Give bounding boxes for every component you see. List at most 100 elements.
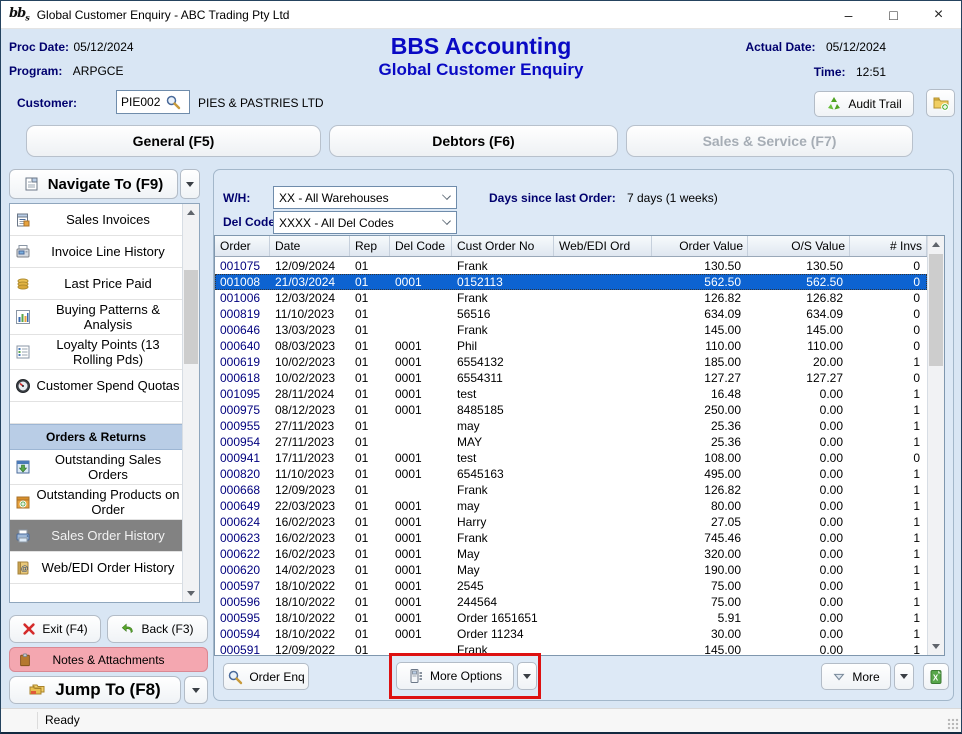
table-row[interactable]: 00100612/03/202401Frank126.82126.820 bbox=[215, 290, 927, 306]
order-enq-button[interactable]: Order Enq bbox=[223, 663, 309, 690]
table-row[interactable]: 00081911/10/20230156516634.09634.090 bbox=[215, 306, 927, 322]
table-row[interactable]: 00059618/10/202201000124456475.000.001 bbox=[215, 594, 927, 610]
actual-date-value: 05/12/2024 bbox=[820, 40, 886, 54]
caret-down-icon bbox=[186, 182, 194, 187]
table-row[interactable]: 00107512/09/202401Frank130.50130.500 bbox=[215, 258, 927, 274]
table-cell: 000820 bbox=[215, 466, 270, 482]
col-header-ordervalue[interactable]: Order Value bbox=[652, 236, 748, 256]
table-row[interactable]: 00094117/11/2023010001test108.000.000 bbox=[215, 450, 927, 466]
sidebar-item-last-price-paid[interactable]: Last Price Paid bbox=[10, 268, 182, 300]
table-row[interactable]: 00064008/03/2023010001Phil110.00110.000 bbox=[215, 338, 927, 354]
table-cell: 01 bbox=[350, 546, 390, 562]
customer-code-field[interactable] bbox=[116, 90, 190, 114]
more-options-dropdown-button[interactable] bbox=[517, 662, 537, 690]
table-row[interactable]: 00059518/10/2022010001Order 16516515.910… bbox=[215, 610, 927, 626]
tab-debtors[interactable]: Debtors (F6) bbox=[329, 125, 618, 157]
minimize-button[interactable]: – bbox=[826, 1, 871, 29]
table-cell: 562.50 bbox=[748, 274, 850, 290]
table-cell bbox=[554, 402, 652, 418]
table-cell: 28/11/2024 bbox=[270, 386, 350, 402]
back-button[interactable]: Back (F3) bbox=[107, 615, 208, 643]
table-row[interactable]: 00095427/11/202301MAY25.360.001 bbox=[215, 434, 927, 450]
table-row[interactable]: 00059718/10/2022010001254575.000.001 bbox=[215, 578, 927, 594]
table-row[interactable]: 00059112/09/202201Frank145.000.001 bbox=[215, 642, 927, 655]
exit-button[interactable]: Exit (F4) bbox=[9, 615, 101, 643]
scroll-down-button[interactable] bbox=[928, 638, 944, 655]
jump-to-button[interactable]: Jump To (F8) bbox=[9, 676, 181, 704]
jump-to-dropdown-button[interactable] bbox=[184, 676, 208, 704]
table-row[interactable]: 00064613/03/202301Frank145.00145.000 bbox=[215, 322, 927, 338]
table-row[interactable]: 00061810/02/20230100016554311127.27127.2… bbox=[215, 370, 927, 386]
table-cell: 145.00 bbox=[748, 322, 850, 338]
table-row[interactable]: 00109528/11/2024010001test16.480.001 bbox=[215, 386, 927, 402]
warehouse-select[interactable]: XX - All Warehouses bbox=[273, 186, 457, 209]
navigate-to-dropdown-button[interactable] bbox=[180, 169, 200, 199]
sidebar-item-customer-spend-quotas[interactable]: Customer Spend Quotas bbox=[10, 370, 182, 402]
table-cell: 1 bbox=[850, 498, 927, 514]
col-header-rep[interactable]: Rep bbox=[350, 236, 390, 256]
table-cell: 0.00 bbox=[748, 386, 850, 402]
sidebar-item-sales-order-history[interactable]: Sales Order History bbox=[10, 520, 182, 552]
table-row[interactable]: 00100821/03/20240100010152113562.50562.5… bbox=[215, 274, 927, 290]
export-excel-button[interactable]: X bbox=[923, 663, 949, 690]
table-cell: 08/03/2023 bbox=[270, 338, 350, 354]
table-row[interactable]: 00064922/03/2023010001may80.000.001 bbox=[215, 498, 927, 514]
more-options-button[interactable]: More Options bbox=[396, 662, 514, 690]
table-row[interactable]: 00059418/10/2022010001Order 1123430.000.… bbox=[215, 626, 927, 642]
sidebar-item-sales-invoices[interactable]: Sales Invoices bbox=[10, 204, 182, 236]
table-cell bbox=[390, 434, 452, 450]
table-row[interactable]: 00062316/02/2023010001Frank745.460.001 bbox=[215, 530, 927, 546]
col-header-date[interactable]: Date bbox=[270, 236, 350, 256]
audit-trail-button[interactable]: Audit Trail bbox=[814, 91, 914, 117]
col-header-webedi[interactable]: Web/EDI Ord bbox=[554, 236, 652, 256]
table-cell: 250.00 bbox=[652, 402, 748, 418]
table-cell: 145.00 bbox=[652, 642, 748, 655]
table-row[interactable]: 00097508/12/20230100018485185250.000.001 bbox=[215, 402, 927, 418]
close-button[interactable]: × bbox=[916, 1, 961, 29]
sidebar-item-outstanding-products-on-order[interactable]: Outstanding Products on Order bbox=[10, 485, 182, 520]
table-row[interactable]: 00062416/02/2023010001Harry27.050.001 bbox=[215, 514, 927, 530]
more-button[interactable]: More bbox=[821, 663, 891, 690]
sidebar-scrollbar[interactable] bbox=[182, 204, 199, 602]
navigate-to-button[interactable]: Navigate To (F9) bbox=[9, 169, 178, 199]
notes-attachments-button[interactable]: Notes & Attachments bbox=[9, 647, 208, 672]
sidebar-item-invoice-line-history[interactable]: Invoice Line History bbox=[10, 236, 182, 268]
table-row[interactable]: 00062014/02/2023010001May190.000.001 bbox=[215, 562, 927, 578]
table-row[interactable]: 00082011/10/20230100016545163495.000.001 bbox=[215, 466, 927, 482]
sidebar-item-web-edi-order-history[interactable]: @Web/EDI Order History bbox=[10, 552, 182, 584]
scroll-down-button[interactable] bbox=[183, 585, 199, 602]
sidebar-item-outstanding-sales-orders[interactable]: Outstanding Sales Orders bbox=[10, 450, 182, 485]
table-cell: test bbox=[452, 386, 554, 402]
table-row[interactable]: 00066812/09/202301Frank126.820.001 bbox=[215, 482, 927, 498]
delcode-value: XXXX - All Del Codes bbox=[279, 216, 394, 230]
maximize-button[interactable]: □ bbox=[871, 1, 916, 29]
table-cell: 126.82 bbox=[652, 290, 748, 306]
col-header-osvalue[interactable]: O/S Value bbox=[748, 236, 850, 256]
table-scrollbar[interactable] bbox=[927, 236, 944, 655]
more-dropdown-button[interactable] bbox=[894, 663, 914, 690]
table-row[interactable]: 00062216/02/2023010001May320.000.001 bbox=[215, 546, 927, 562]
table-row[interactable]: 00061910/02/20230100016554132185.0020.00… bbox=[215, 354, 927, 370]
col-header-invs[interactable]: # Invs bbox=[850, 236, 927, 256]
triangle-down-outline-icon bbox=[832, 670, 846, 684]
table-cell bbox=[554, 626, 652, 642]
resize-grip[interactable] bbox=[947, 718, 959, 730]
sidebar-item-loyalty-points-13-rolling-pds[interactable]: Loyalty Points (13 Rolling Pds) bbox=[10, 335, 182, 370]
new-folder-button[interactable] bbox=[926, 89, 955, 117]
customer-search-icon[interactable] bbox=[165, 94, 181, 110]
sidebar-item-buying-patterns-analysis[interactable]: Buying Patterns & Analysis bbox=[10, 300, 182, 335]
delcode-select[interactable]: XXXX - All Del Codes bbox=[273, 211, 457, 234]
sidebar-item-label: Sales Order History bbox=[36, 528, 180, 543]
col-header-delcode[interactable]: Del Code bbox=[390, 236, 452, 256]
scroll-up-button[interactable] bbox=[183, 204, 199, 221]
tab-general[interactable]: General (F5) bbox=[26, 125, 321, 157]
col-header-order[interactable]: Order bbox=[215, 236, 270, 256]
table-cell: 0001 bbox=[390, 466, 452, 482]
table-row[interactable]: 00095527/11/202301may25.360.001 bbox=[215, 418, 927, 434]
col-header-custorder[interactable]: Cust Order No bbox=[452, 236, 554, 256]
scroll-up-button[interactable] bbox=[928, 236, 944, 253]
scroll-thumb[interactable] bbox=[184, 270, 198, 364]
customer-code-input[interactable] bbox=[117, 95, 163, 109]
table-cell bbox=[554, 546, 652, 562]
scroll-thumb[interactable] bbox=[929, 254, 943, 366]
